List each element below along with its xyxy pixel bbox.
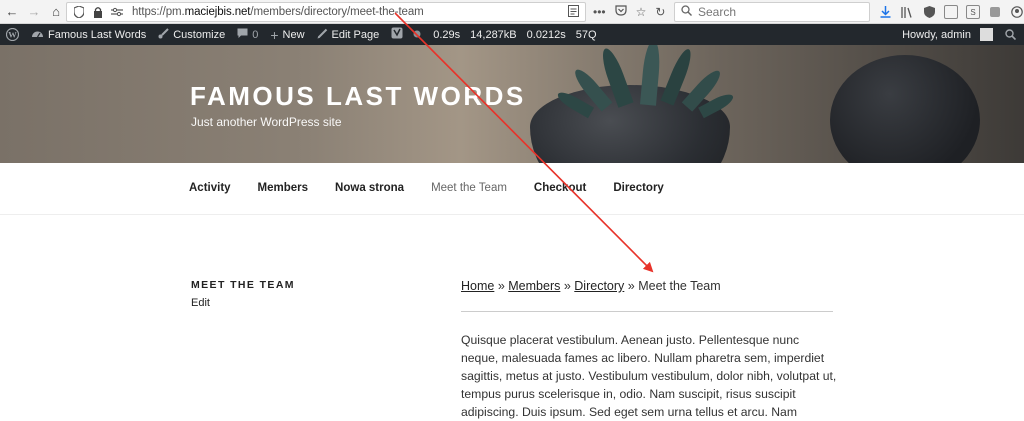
url-prefix: https://pm.: [132, 6, 185, 18]
paintbrush-icon: [158, 27, 169, 42]
nav-item-directory[interactable]: Directory: [613, 182, 664, 194]
comments-count: 0: [252, 28, 259, 41]
url-path: /members/directory/meet-the-team: [250, 6, 424, 18]
url-domain: maciejbis.net: [184, 6, 251, 18]
breadcrumb-members[interactable]: Members: [508, 279, 560, 293]
main-navigation: Activity Members Nowa strona Meet the Te…: [0, 163, 1024, 215]
pencil-icon: [317, 28, 328, 42]
lock-icon[interactable]: [91, 5, 105, 19]
admin-bar-site-name[interactable]: Famous Last Words: [25, 24, 152, 45]
shield-icon[interactable]: [72, 5, 86, 19]
breadcrumb-directory[interactable]: Directory: [574, 279, 624, 293]
edit-link[interactable]: Edit: [191, 297, 210, 309]
content-divider: [461, 311, 833, 312]
plus-icon: +: [270, 26, 279, 43]
nav-menu: Activity Members Nowa strona Meet the Te…: [189, 182, 691, 194]
qm-time: 0.29s: [433, 28, 461, 41]
breadcrumb-separator: »: [563, 279, 571, 293]
search-input[interactable]: Search: [674, 2, 870, 22]
page-actions: ••• ☆ ↻: [593, 2, 665, 22]
qm-queries: 57Q: [575, 28, 597, 41]
account-icon[interactable]: [1010, 5, 1024, 19]
comment-bubble-icon: [237, 28, 248, 42]
search-icon: [681, 5, 692, 19]
forward-arrow-icon[interactable]: →: [24, 2, 44, 22]
search-icon: [1005, 29, 1016, 40]
site-title[interactable]: FAMOUS LAST WORDS: [190, 81, 526, 112]
nav-item-activity[interactable]: Activity: [189, 182, 231, 194]
extension-box-icon[interactable]: [944, 5, 958, 19]
site-description: Just another WordPress site: [191, 115, 342, 129]
qm-query-time: 0.0212s: [526, 28, 566, 41]
admin-bar-new[interactable]: + New: [264, 24, 310, 45]
admin-bar-customize[interactable]: Customize: [152, 24, 231, 45]
back-arrow-icon[interactable]: ←: [2, 2, 22, 22]
breadcrumb-current: Meet the Team: [638, 279, 721, 293]
nav-item-nowa-strona[interactable]: Nowa strona: [335, 182, 404, 194]
page-content: Quisque placerat vestibulum. Aenean just…: [461, 333, 837, 419]
extension-puzzle-icon[interactable]: [988, 5, 1002, 19]
admin-bar-yoast[interactable]: [385, 24, 427, 45]
site-name-label: Famous Last Words: [48, 28, 147, 41]
customize-label: Customize: [173, 28, 226, 41]
page-title: MEET THE TEAM: [191, 279, 295, 291]
howdy-label: Howdy, admin: [902, 28, 971, 41]
admin-bar-edit-page[interactable]: Edit Page: [311, 24, 386, 45]
qm-memory: 14,287kB: [470, 28, 517, 41]
permissions-icon[interactable]: [110, 5, 124, 19]
more-actions-icon[interactable]: •••: [593, 5, 606, 19]
wordpress-icon: W: [6, 28, 19, 41]
bookmark-star-icon[interactable]: ☆: [636, 5, 647, 19]
avatar: [980, 28, 993, 41]
pocket-icon[interactable]: [615, 5, 627, 19]
browser-tools: S ≡: [878, 2, 1024, 22]
url-bar[interactable]: https://pm.maciejbis.net/members/directo…: [66, 2, 586, 22]
browser-toolbar: ← → ⌂ https://pm.maciejbis.net/members/d…: [0, 0, 1024, 24]
dashboard-gauge-icon: [31, 28, 44, 41]
site-header: FAMOUS LAST WORDS Just another WordPress…: [0, 45, 1024, 163]
admin-bar-right: Howdy, admin: [896, 24, 1024, 45]
home-icon[interactable]: ⌂: [46, 2, 66, 22]
download-icon[interactable]: [878, 5, 892, 19]
nav-item-checkout[interactable]: Checkout: [534, 182, 586, 194]
svg-text:W: W: [8, 30, 17, 40]
header-pot-right-image: [830, 55, 980, 163]
admin-bar-search[interactable]: [997, 24, 1024, 45]
status-dot-icon: [413, 29, 421, 41]
search-placeholder: Search: [698, 5, 737, 19]
library-icon[interactable]: [900, 5, 914, 19]
wp-admin-bar: W Famous Last Words Customize 0 + New Ed…: [0, 24, 1024, 45]
nav-item-members[interactable]: Members: [258, 182, 309, 194]
extension-shield-icon[interactable]: [922, 5, 936, 19]
breadcrumb: Home » Members » Directory » Meet the Te…: [461, 279, 721, 293]
edit-page-label: Edit Page: [331, 28, 380, 41]
reader-view-icon[interactable]: [568, 5, 579, 20]
reload-icon[interactable]: ↻: [655, 5, 665, 19]
admin-bar-my-account[interactable]: Howdy, admin: [896, 24, 997, 45]
yoast-icon: [391, 27, 403, 42]
breadcrumb-separator: »: [627, 279, 635, 293]
extension-s-icon[interactable]: S: [966, 5, 980, 19]
admin-bar-query-monitor[interactable]: 0.29s 14,287kB 0.0212s 57Q: [427, 24, 602, 45]
breadcrumb-home[interactable]: Home: [461, 279, 494, 293]
wp-logo[interactable]: W: [0, 24, 25, 45]
url-text: https://pm.maciejbis.net/members/directo…: [132, 6, 424, 18]
nav-item-meet-the-team[interactable]: Meet the Team: [431, 182, 507, 194]
new-label: New: [282, 28, 305, 41]
admin-bar-comments[interactable]: 0: [231, 24, 264, 45]
breadcrumb-separator: »: [497, 279, 505, 293]
